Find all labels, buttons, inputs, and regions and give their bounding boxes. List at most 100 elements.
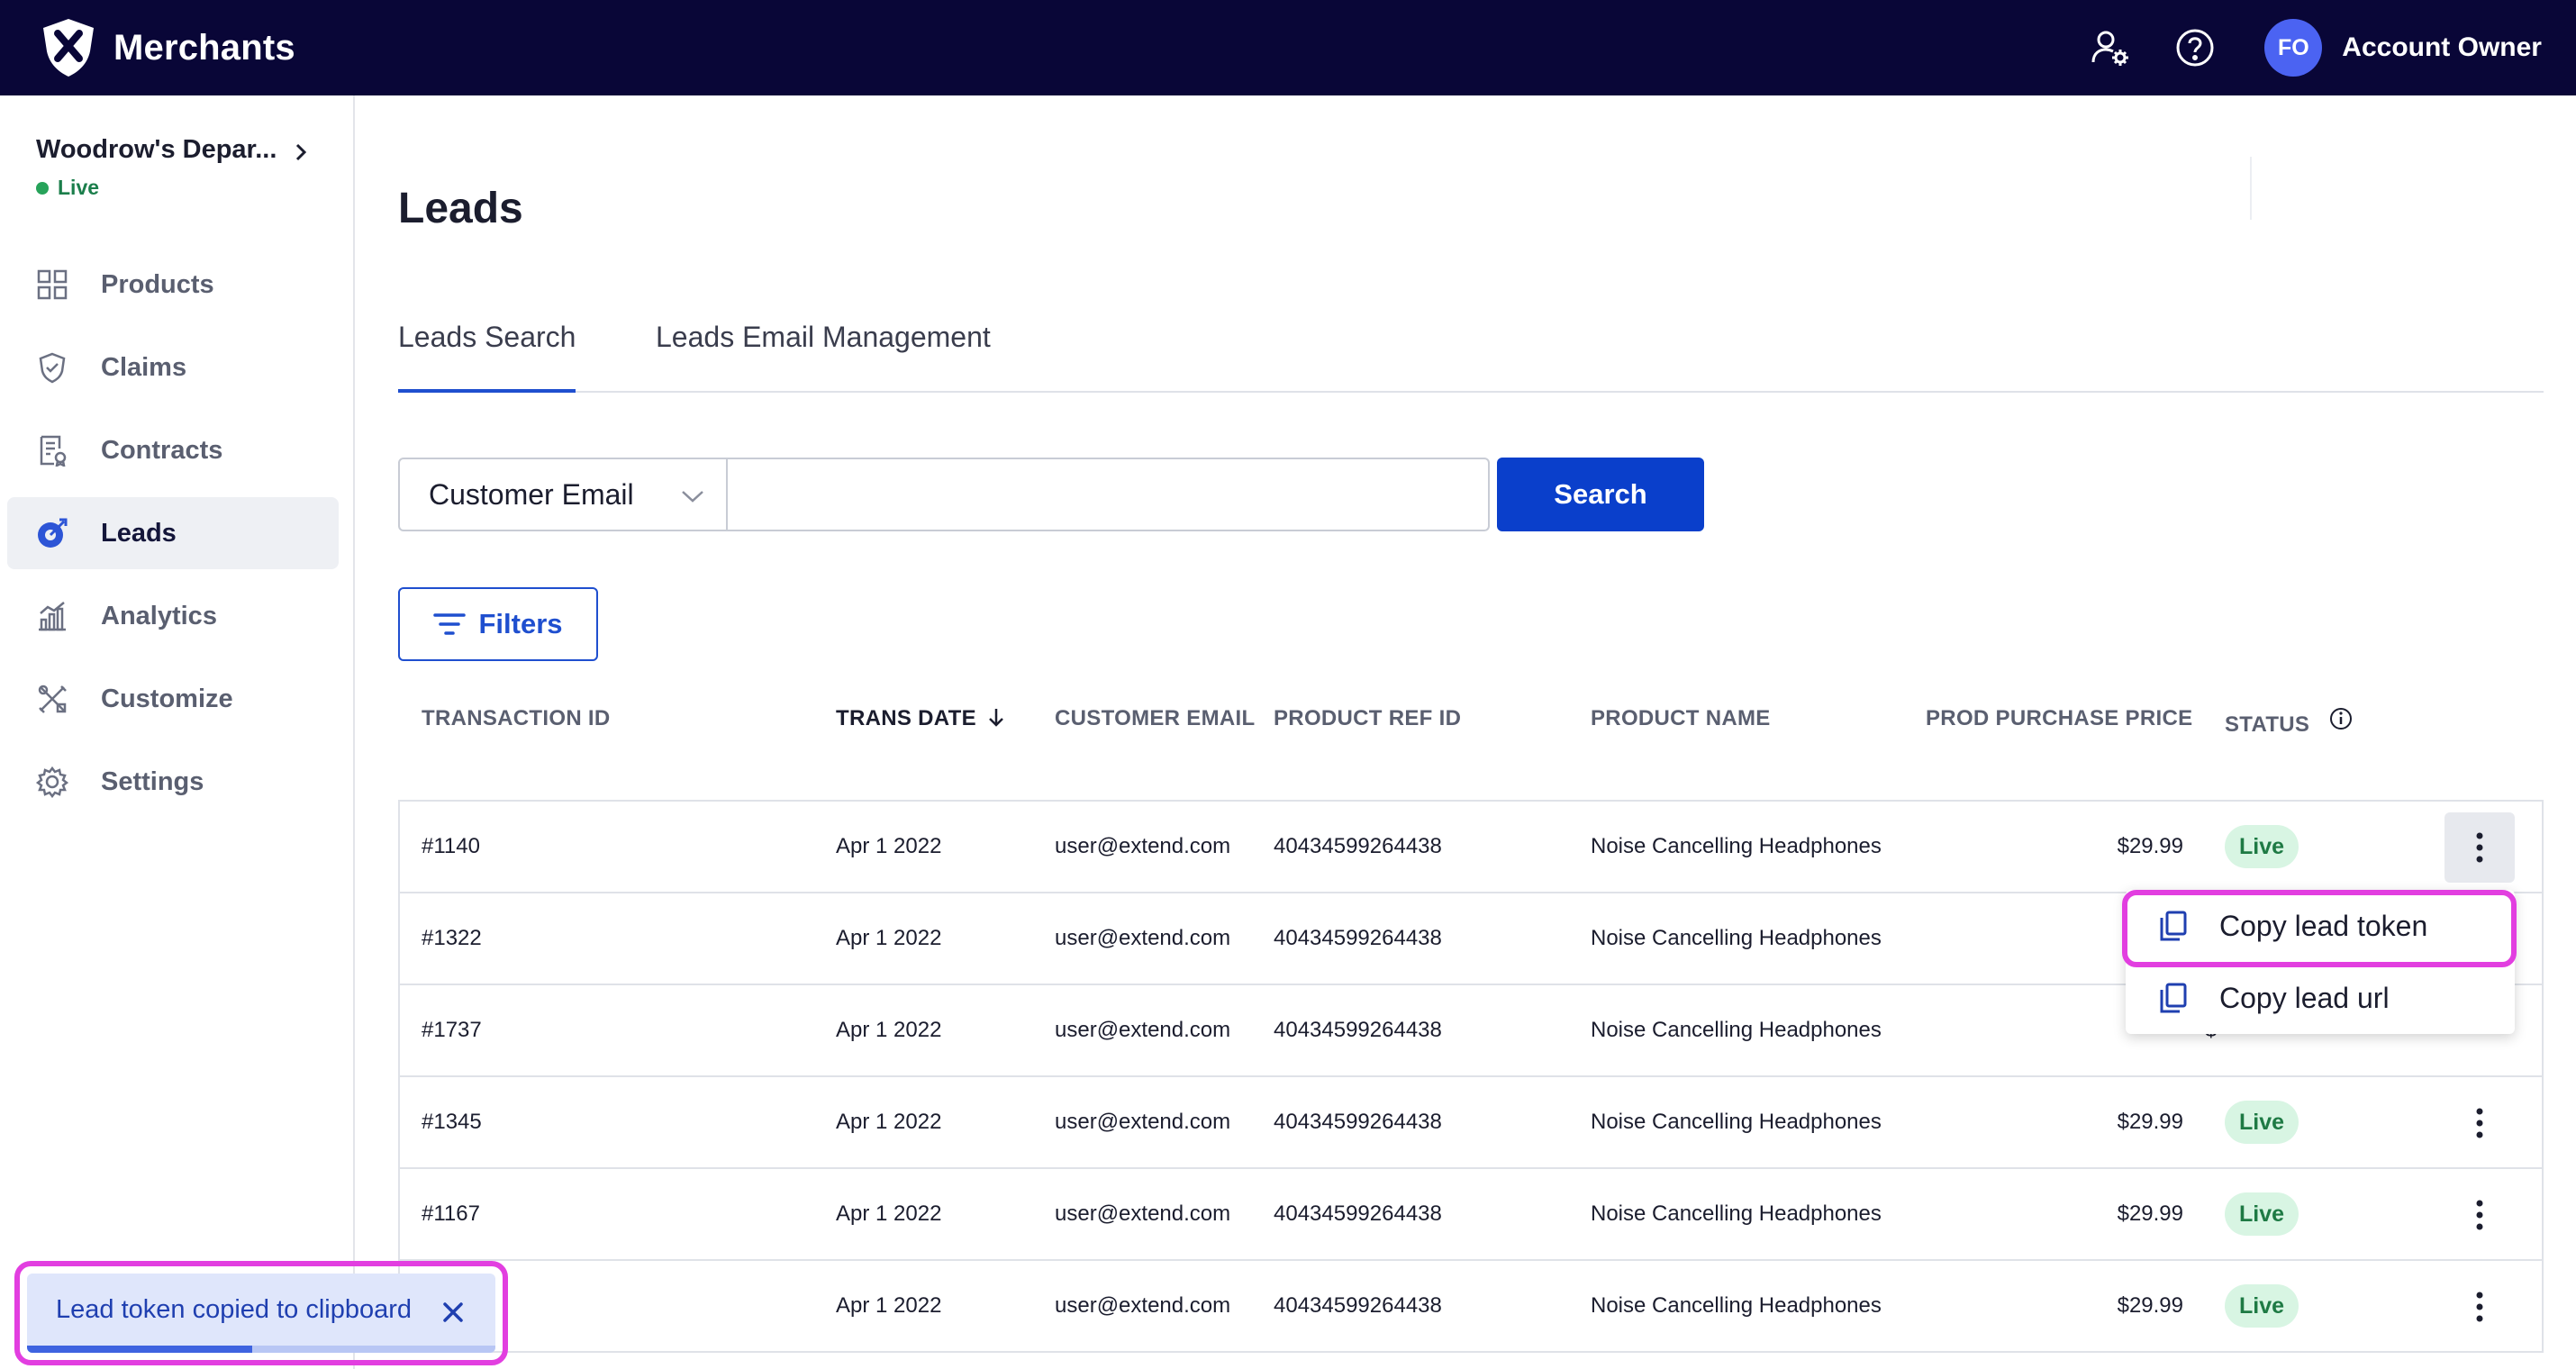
sidebar-item-label: Products [101, 269, 214, 299]
column-header-trans-date[interactable]: TRANS DATE [836, 706, 1006, 731]
sidebar-item-label: Customize [101, 684, 233, 713]
sidebar-nav: Products Claims Contracts Leads Analytic… [7, 249, 339, 829]
status-dot-icon [36, 181, 49, 195]
cell-transaction-id[interactable]: #1737 [422, 1018, 482, 1043]
menu-item-copy-lead-token[interactable]: Copy lead token [2126, 890, 2515, 962]
status-badge: Live [2225, 1101, 2299, 1144]
cell-trans-date: Apr 1 2022 [836, 834, 942, 858]
cell-product-name: Noise Cancelling Headphones [1591, 834, 1882, 858]
cell-trans-date: Apr 1 2022 [836, 1110, 942, 1134]
cell-transaction-id[interactable]: #1345 [422, 1110, 482, 1135]
menu-item-label: Copy lead url [2219, 981, 2390, 1014]
toast-progress-fill [27, 1346, 252, 1353]
cell-product-ref-id: 40434599264438 [1274, 926, 1442, 950]
table-row: #1167 Apr 1 2022 user@extend.com 4043459… [400, 1169, 2542, 1261]
account-menu[interactable]: Account Owner [2342, 32, 2542, 63]
column-header-label: TRANS DATE [836, 706, 976, 730]
kebab-menu-icon [2476, 1108, 2483, 1138]
filters-button-label: Filters [478, 608, 563, 639]
cell-product-ref-id: 40434599264438 [1274, 1110, 1442, 1134]
toast-highlight-ring: Lead token copied to clipboard [14, 1261, 508, 1365]
chevron-down-icon [682, 491, 703, 503]
toast: Lead token copied to clipboard [27, 1274, 495, 1353]
menu-item-label: Copy lead token [2219, 909, 2428, 942]
shield-logo-icon [43, 19, 94, 77]
search-button[interactable]: Search [1497, 458, 1704, 531]
kebab-menu-icon [2476, 1292, 2483, 1322]
info-icon[interactable] [2328, 706, 2354, 731]
search-field-select-value: Customer Email [429, 477, 634, 511]
status-badge: Live [2225, 1192, 2299, 1236]
table-row: #1345 Apr 1 2022 user@extend.com 4043459… [400, 1077, 2542, 1169]
sidebar-item-customize[interactable]: Customize [7, 663, 339, 735]
filter-icon [433, 613, 467, 635]
cell-transaction-id[interactable]: #1140 [422, 834, 480, 859]
store-switcher[interactable]: Woodrow's Depar... Live [36, 135, 324, 200]
search-bar: Customer Email Search [398, 458, 1704, 531]
store-status: Live [36, 176, 324, 200]
column-header-customer-email[interactable]: CUSTOMER EMAIL [1055, 706, 1255, 731]
sidebar-item-settings[interactable]: Settings [7, 746, 339, 818]
sidebar-item-products[interactable]: Products [7, 249, 339, 321]
filters-button[interactable]: Filters [398, 587, 598, 661]
status-badge: Live [2225, 825, 2299, 868]
column-header-product-name[interactable]: PRODUCT NAME [1591, 706, 1771, 731]
row-actions-button[interactable] [2444, 812, 2515, 883]
cell-trans-date: Apr 1 2022 [836, 926, 942, 950]
tab-bar: Leads Search Leads Email Management [398, 312, 2544, 393]
row-actions-button[interactable] [2444, 1088, 2515, 1158]
gear-icon [34, 764, 70, 800]
cell-price: $29.99 [2117, 1293, 2183, 1318]
sidebar: Woodrow's Depar... Live Products Claims … [0, 95, 355, 1369]
tools-icon [34, 681, 70, 717]
store-status-label: Live [58, 176, 100, 199]
cell-price: $29.99 [2117, 1110, 2183, 1134]
row-actions-button[interactable] [2444, 1272, 2515, 1342]
search-input[interactable] [728, 458, 1490, 531]
column-header-prod-purchase-price[interactable]: PROD PURCHASE PRICE [1926, 706, 2192, 731]
close-icon[interactable] [438, 1297, 468, 1328]
cell-customer-email: user@extend.com [1055, 1293, 1231, 1318]
leads-table: TRANSACTION ID TRANS DATE CUSTOMER EMAIL… [398, 672, 2544, 1353]
sidebar-item-analytics[interactable]: Analytics [7, 580, 339, 652]
top-bar: Merchants FO Account Owner [0, 0, 2576, 95]
tab-leads-email-management[interactable]: Leads Email Management [656, 312, 991, 393]
sidebar-item-label: Contracts [101, 435, 223, 465]
row-actions-button[interactable] [2444, 1180, 2515, 1250]
help-icon[interactable] [2172, 25, 2218, 70]
cell-customer-email: user@extend.com [1055, 834, 1231, 858]
sidebar-item-claims[interactable]: Claims [7, 331, 339, 403]
column-header-product-ref-id[interactable]: PRODUCT REF ID [1274, 706, 1461, 731]
top-right-controls: FO Account Owner [2088, 0, 2542, 95]
cell-transaction-id[interactable]: #1167 [422, 1201, 480, 1227]
table-body: #1140 Apr 1 2022 user@extend.com 4043459… [398, 800, 2544, 1353]
row-actions-menu: Copy lead token Copy lead url [2126, 890, 2515, 1034]
column-header-status[interactable]: STATUS [2225, 706, 2354, 738]
shield-check-icon [34, 349, 70, 385]
user-settings-icon[interactable] [2088, 25, 2133, 70]
sidebar-item-label: Claims [101, 352, 187, 382]
brand-name: Merchants [113, 27, 295, 68]
divider [2250, 157, 2252, 220]
sidebar-item-leads[interactable]: Leads [7, 497, 339, 569]
cell-transaction-id[interactable]: #1322 [422, 926, 482, 951]
sort-arrow-down-icon [988, 709, 1003, 727]
kebab-menu-icon [2476, 1200, 2483, 1230]
toast-message: Lead token copied to clipboard [56, 1295, 413, 1324]
search-field-select[interactable]: Customer Email [398, 458, 728, 531]
cell-product-name: Noise Cancelling Headphones [1591, 1201, 1882, 1226]
tab-leads-search[interactable]: Leads Search [398, 312, 576, 393]
cell-product-ref-id: 40434599264438 [1274, 1293, 1442, 1318]
copy-icon [2154, 908, 2191, 944]
cell-product-name: Noise Cancelling Headphones [1591, 1293, 1882, 1318]
cell-product-ref-id: 40434599264438 [1274, 1201, 1442, 1226]
sidebar-item-contracts[interactable]: Contracts [7, 414, 339, 486]
menu-item-copy-lead-url[interactable]: Copy lead url [2126, 962, 2515, 1034]
brand[interactable]: Merchants [36, 13, 295, 83]
column-header-transaction-id[interactable]: TRANSACTION ID [422, 706, 611, 731]
column-header-label: STATUS [2225, 712, 2310, 737]
table-header: TRANSACTION ID TRANS DATE CUSTOMER EMAIL… [398, 672, 2544, 800]
leads-icon [34, 515, 70, 551]
avatar[interactable]: FO [2264, 19, 2323, 77]
cell-trans-date: Apr 1 2022 [836, 1201, 942, 1226]
